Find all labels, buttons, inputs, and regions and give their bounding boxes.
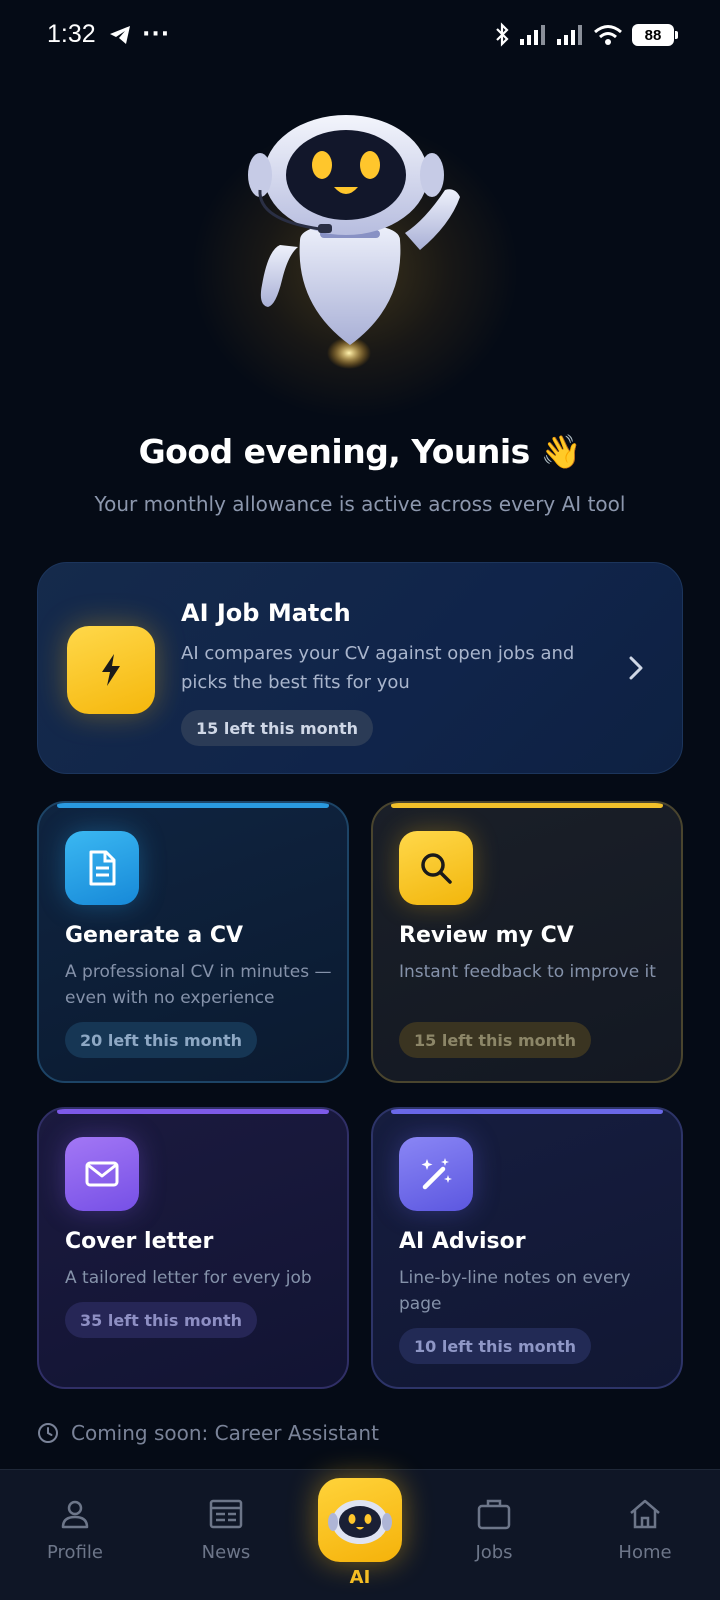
generate-cv-description: A professional CV in minutes — even with… (65, 962, 332, 1008)
ai-job-match-quota-badge: 15 left this month (181, 710, 374, 746)
newspaper-icon (209, 1499, 243, 1529)
search-icon (399, 831, 473, 905)
more-icon: ··· (142, 22, 171, 47)
nav-item-ai[interactable] (318, 1478, 402, 1562)
generate-cv-card[interactable]: Generate a CV A professional CV in minut… (37, 801, 349, 1083)
ai-advisor-description: Line-by-line notes on every page (399, 1268, 631, 1314)
wifi-icon (594, 25, 622, 45)
envelope-icon (65, 1137, 139, 1211)
cover-letter-card[interactable]: Cover letter A tailored letter for every… (37, 1107, 349, 1389)
signal-icon (520, 25, 545, 45)
card-accent-line (391, 1109, 663, 1114)
ai-job-match-card[interactable]: AI Job Match AI compares your CV against… (37, 562, 683, 774)
ai-advisor-title: AI Advisor (399, 1229, 526, 1254)
review-cv-title: Review my CV (399, 923, 574, 948)
nav-item-jobs[interactable]: Jobs (434, 1496, 554, 1563)
robot-face-icon (328, 1500, 392, 1544)
telegram-icon (110, 25, 130, 44)
lightning-icon (67, 626, 155, 714)
cover-letter-title: Cover letter (65, 1229, 214, 1254)
card-accent-line (57, 803, 329, 808)
cover-letter-description: A tailored letter for every job (65, 1268, 312, 1288)
chevron-right-icon (629, 656, 643, 680)
review-cv-description: Instant feedback to improve it (399, 962, 656, 982)
status-right-icons: 88 (494, 22, 678, 48)
person-icon (61, 1500, 89, 1529)
coming-soon-text: Coming soon: Career Assistant (71, 1421, 379, 1445)
briefcase-icon (477, 1499, 511, 1530)
nav-label-profile: Profile (47, 1542, 103, 1563)
status-left-icons: ··· (108, 22, 170, 47)
clock-icon (38, 1423, 58, 1443)
review-cv-quota-badge: 15 left this month (399, 1022, 592, 1058)
cover-letter-quota-badge: 35 left this month (65, 1302, 258, 1338)
generate-cv-title: Generate a CV (65, 923, 244, 948)
nav-label-news: News (201, 1542, 251, 1563)
ai-job-match-title: AI Job Match (181, 599, 351, 627)
greeting-heading: Good evening, Younis 👋 (138, 432, 582, 471)
card-accent-line (391, 803, 663, 808)
nav-item-home[interactable]: Home (585, 1496, 705, 1563)
robot-mascot-icon (248, 115, 460, 369)
ai-advisor-card[interactable]: AI Advisor Line-by-line notes on every p… (371, 1107, 683, 1389)
nav-label-home: Home (618, 1542, 672, 1563)
nav-label-ai: AI (349, 1567, 371, 1588)
greeting-subtitle: Your monthly allowance is active across … (94, 492, 626, 516)
nav-item-profile[interactable]: Profile (15, 1496, 135, 1563)
nav-item-news[interactable]: News (166, 1496, 286, 1563)
status-bar: 1:32 ··· 88 (0, 0, 720, 72)
review-cv-card[interactable]: Review my CV Instant feedback to improve… (371, 801, 683, 1083)
generate-cv-quota-badge: 20 left this month (65, 1022, 258, 1058)
ai-advisor-quota-badge: 10 left this month (399, 1328, 592, 1364)
card-accent-line (57, 1109, 329, 1114)
battery-indicator: 88 (632, 24, 678, 46)
bluetooth-icon (496, 22, 509, 47)
coming-soon-notice: Coming soon: Career Assistant (37, 1421, 379, 1445)
document-icon (65, 831, 139, 905)
magic-wand-icon (399, 1137, 473, 1211)
ai-job-match-description: AI compares your CV against open jobs an… (181, 643, 575, 693)
nav-label-jobs: Jobs (475, 1542, 513, 1563)
signal-icon-2 (557, 25, 582, 45)
home-icon (630, 1499, 660, 1529)
status-time: 1:32 (47, 20, 96, 48)
